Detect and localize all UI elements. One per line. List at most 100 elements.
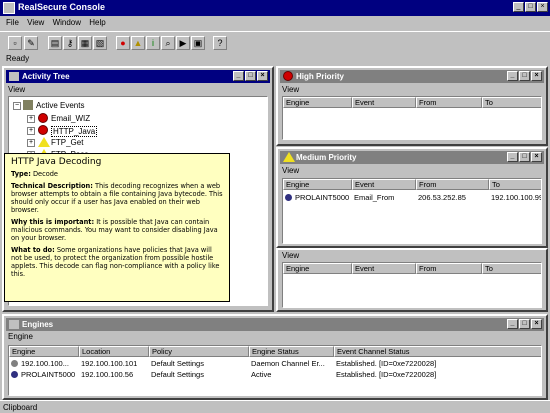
column-header-engine[interactable]: Engine [9, 346, 79, 357]
maximize-button[interactable]: □ [519, 152, 530, 162]
low-priority-panel: View Engine Event From To [276, 248, 548, 312]
maximize-button[interactable]: □ [525, 2, 536, 12]
column-header-to[interactable]: To [489, 179, 541, 190]
column-header-event[interactable]: Event [352, 263, 416, 274]
app-titlebar[interactable]: RealSecure Console _ □ × [0, 0, 550, 16]
cell-location: 192.100.100.56 [81, 370, 134, 379]
new-icon[interactable]: ▫ [8, 36, 22, 50]
grid-icon[interactable]: ▧ [93, 36, 107, 50]
high-priority-panel: High Priority _ □ × View Engine Event From… [276, 66, 548, 146]
menu-help[interactable]: Help [89, 18, 105, 27]
info-icon[interactable]: i [146, 36, 160, 50]
expand-toggle[interactable]: + [27, 115, 35, 123]
medium-priority-view-menu[interactable]: View [282, 166, 299, 175]
low-priority-view-menu[interactable]: View [282, 251, 299, 260]
column-header-engine[interactable]: Engine [283, 97, 352, 108]
engines-panel: Engines _ □ × Engine Engine Location Polic… [2, 314, 548, 400]
stop-icon[interactable]: ● [116, 36, 130, 50]
engines-titlebar[interactable]: Engines _ □ × [6, 318, 544, 331]
high-priority-view-menu[interactable]: View [282, 85, 299, 94]
toolbar: ▫ ✎ ▤ ⚷ ▦ ▧ ● ▲ i ⌕ ▶ ▣ ? [0, 31, 550, 53]
engine-status-icon [285, 194, 292, 201]
tree-item-http-java[interactable]: HTTP_Java [51, 126, 98, 137]
column-header-event[interactable]: Event [352, 179, 416, 190]
monitor-icon[interactable]: ▣ [191, 36, 205, 50]
tree-item-email-wiz[interactable]: Email_WIZ [51, 114, 90, 123]
tree-window-icon [9, 72, 19, 81]
column-header-engine[interactable]: Engine [283, 179, 352, 190]
play-icon[interactable]: ▶ [176, 36, 190, 50]
app-window-controls: _ □ × [512, 2, 548, 12]
close-button[interactable]: × [531, 71, 542, 81]
warning-icon[interactable]: ▲ [131, 36, 145, 50]
maximize-button[interactable]: □ [245, 71, 256, 81]
column-header-event[interactable]: Event [352, 97, 416, 108]
search-icon[interactable]: ⌕ [161, 36, 175, 50]
close-button[interactable]: × [531, 152, 542, 162]
column-header-location[interactable]: Location [79, 346, 149, 357]
close-button[interactable]: × [531, 319, 542, 329]
medium-priority-titlebar[interactable]: Medium Priority _ □ × [280, 151, 544, 164]
menu-window[interactable]: Window [53, 18, 81, 27]
decode-tooltip: HTTP Java Decoding Type: Decode Technica… [4, 153, 230, 302]
table-row[interactable]: PROLAINT5000 192.100.100.56 Default Sett… [9, 369, 541, 380]
help-icon[interactable]: ? [213, 36, 227, 50]
document-icon[interactable]: ▤ [48, 36, 62, 50]
activity-tree-controls: _ □ × [232, 71, 268, 84]
low-priority-table: Engine Event From To [282, 262, 542, 308]
minimize-button[interactable]: _ [233, 71, 244, 81]
engines-menu[interactable]: Engine [8, 332, 33, 341]
column-header-event-channel-status[interactable]: Event Channel Status [334, 346, 541, 357]
table-row[interactable]: PROLAINT5000 Email_From 206.53.252.85 19… [283, 192, 541, 203]
stop-icon [38, 113, 48, 123]
stop-icon [283, 71, 293, 81]
expand-toggle[interactable]: + [27, 127, 35, 135]
engines-title: Engines [22, 320, 54, 329]
tree-item-ftp-get[interactable]: FTP_Get [51, 138, 83, 147]
minimize-button[interactable]: _ [507, 152, 518, 162]
minimize-button[interactable]: _ [507, 71, 518, 81]
medium-priority-table: Engine Event From To PROLAINT5000 Email_… [282, 178, 542, 244]
table-header: Engine Event From To [283, 179, 541, 190]
tooltip-technical-description: Technical Description: This decoding rec… [11, 182, 223, 214]
medium-priority-controls: _ □ × [506, 152, 542, 165]
minimize-button[interactable]: _ [513, 2, 524, 12]
column-header-to[interactable]: To [482, 263, 541, 274]
close-button[interactable]: × [257, 71, 268, 81]
expand-toggle[interactable]: + [27, 139, 35, 147]
cell-location: 192.100.100.101 [81, 359, 138, 368]
medium-priority-panel: Medium Priority _ □ × View Engine Event Fr… [276, 147, 548, 248]
table-row[interactable]: 192.100.100... 192.100.100.101 Default S… [9, 358, 541, 369]
statusbar: Clipboard [0, 400, 550, 413]
high-priority-controls: _ □ × [506, 71, 542, 84]
key-icon[interactable]: ⚷ [63, 36, 77, 50]
activity-tree-view-menu[interactable]: View [8, 85, 25, 94]
warning-icon [283, 152, 295, 162]
expand-toggle[interactable]: − [13, 102, 21, 110]
tree-root-label[interactable]: Active Events [36, 101, 84, 110]
edit-icon[interactable]: ✎ [24, 36, 38, 50]
maximize-button[interactable]: □ [519, 71, 530, 81]
tooltip-title: HTTP Java Decoding [11, 157, 102, 167]
column-header-policy[interactable]: Policy [149, 346, 249, 357]
cell-engine-status: Daemon Channel Er... [251, 359, 325, 368]
minimize-button[interactable]: _ [507, 319, 518, 329]
cell-engine: PROLAINT5000 [21, 370, 76, 379]
activity-tree-titlebar[interactable]: Activity Tree _ □ × [6, 70, 270, 83]
column-header-from[interactable]: From [416, 97, 482, 108]
high-priority-titlebar[interactable]: High Priority _ □ × [280, 70, 544, 83]
menu-file[interactable]: File [6, 18, 19, 27]
close-button[interactable]: × [537, 2, 548, 12]
column-header-from[interactable]: From [416, 179, 489, 190]
column-header-to[interactable]: To [482, 97, 541, 108]
column-header-engine[interactable]: Engine [283, 263, 352, 274]
cell-engine-status: Active [251, 370, 272, 379]
column-header-from[interactable]: From [416, 263, 482, 274]
table-header: Engine Event From To [283, 263, 541, 274]
maximize-button[interactable]: □ [519, 319, 530, 329]
menu-view[interactable]: View [27, 18, 44, 27]
engine-icon[interactable]: ▦ [78, 36, 92, 50]
column-header-engine-status[interactable]: Engine Status [249, 346, 334, 357]
medium-priority-title: Medium Priority [296, 153, 357, 162]
engines-window-icon [9, 320, 19, 329]
